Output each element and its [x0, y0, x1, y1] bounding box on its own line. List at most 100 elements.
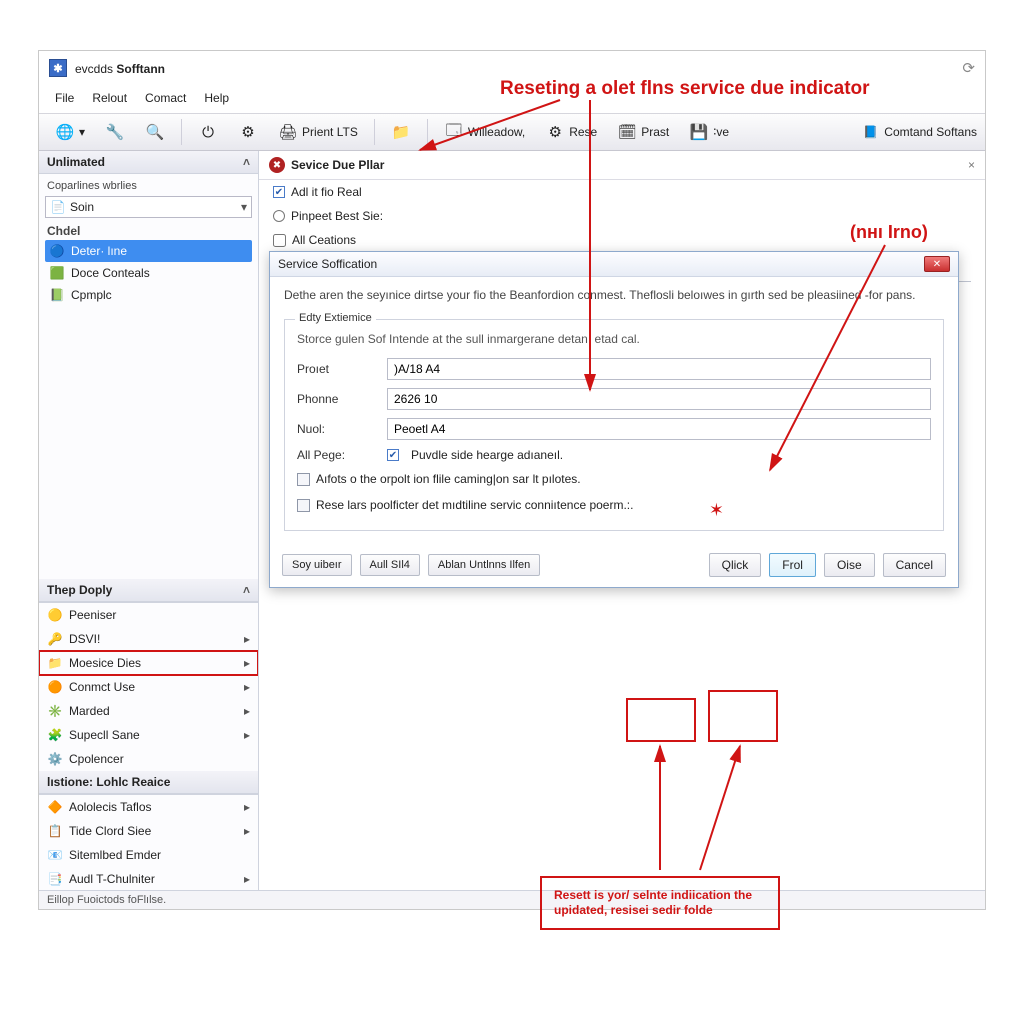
tool-folder[interactable]: 📁 — [383, 118, 419, 146]
chevron-right-icon: ▸ — [244, 704, 250, 718]
menu-bar: File Relout Comact Help — [39, 85, 985, 113]
nav-item-label: Supecll Sane — [69, 728, 140, 742]
nav-item-label: DSVI! — [69, 632, 100, 646]
tool-prast[interactable]: 🗓 Prast — [609, 118, 677, 146]
chevron-right-icon: ▸ — [244, 656, 250, 670]
tool-print[interactable]: 🖨 Prient LTS — [270, 118, 366, 146]
group-hint: Storce gulen Sof Intende at the sull inm… — [297, 330, 931, 354]
menu-comact[interactable]: Comact — [139, 89, 192, 107]
input-nuol[interactable] — [387, 418, 931, 440]
nav-item-nav1-0[interactable]: 🟡 Peeniser — [39, 603, 258, 627]
nav-item-nav1-2[interactable]: 📁Moesice Dies▸ — [39, 651, 258, 675]
toolbar: 🌐 ▾ 🔧 🔍 ⏻ ⚙ 🖨 Prient LTS 📁 🗔 Willeadow, … — [39, 113, 985, 151]
tree-item-icon: 📗 — [49, 287, 65, 303]
dialog-title: Service Soffication — [278, 257, 377, 271]
nav-item-nav1-6[interactable]: ⚙️ Cpolencer — [39, 747, 258, 771]
input-phonne[interactable] — [387, 388, 931, 410]
btn-oise[interactable]: Oise — [824, 553, 875, 577]
refresh-icon[interactable]: ⟳ — [962, 59, 975, 77]
wrench-icon: 🔧 — [105, 122, 125, 142]
status-bar: Eillop Fuoictods foFlılse. — [39, 890, 985, 909]
chevron-up-icon: ˄ — [243, 155, 250, 169]
nav-item-label: Aololecis Taflos — [69, 800, 152, 814]
nav-item-nav2-1[interactable]: 📋Tide Clord Siee▸ — [39, 819, 258, 843]
btn-ablan[interactable]: Ablan Untlnns Ilfen — [428, 554, 540, 576]
input-proiet[interactable] — [387, 358, 931, 380]
tool-wrench[interactable]: 🔧 — [97, 118, 133, 146]
tool-reset[interactable]: ⚙ Rese — [537, 118, 605, 146]
nav-item-nav2-3[interactable]: 📑Audl T-Chulniter▸ — [39, 867, 258, 891]
tool-gear[interactable]: ⚙ — [230, 118, 266, 146]
chevron-up-icon: ˄ — [243, 583, 250, 597]
tree-item-0[interactable]: 🔵Deter· lıne — [45, 240, 252, 262]
nav-item-label: Tide Clord Siee — [69, 824, 151, 838]
label-phonne: Phonne — [297, 392, 375, 406]
dialog-close-button[interactable]: ✕ — [924, 256, 950, 272]
checkbox-adl[interactable]: ✔ — [273, 186, 285, 198]
menu-file[interactable]: File — [49, 89, 80, 107]
btn-qlick[interactable]: Qlick — [709, 553, 762, 577]
nav-item-icon: 📑 — [47, 871, 63, 887]
globe-icon: 🌐 — [55, 122, 75, 142]
nav-item-icon: 🔶 — [47, 799, 63, 815]
btn-cancel[interactable]: Cancel — [883, 553, 946, 577]
tool-search[interactable]: 🔍 — [137, 118, 173, 146]
chevron-right-icon: ▸ — [244, 680, 250, 694]
close-icon[interactable]: × — [968, 158, 975, 172]
tree-item-1[interactable]: 🟩Doce Conteals — [45, 262, 252, 284]
btn-frol[interactable]: Frol — [769, 553, 816, 577]
sidebar-panel-doply[interactable]: Thep Doply ˄ — [39, 579, 258, 602]
tree-header: Chdel — [45, 218, 252, 240]
search-icon: 🔍 — [145, 122, 165, 142]
nav-item-label: Cpolencer — [69, 752, 124, 766]
opt-ceations-label: All Ceations — [292, 233, 356, 247]
btn-aull[interactable]: Aull SIl4 — [360, 554, 420, 576]
checkbox-allpage[interactable]: ✔ — [387, 449, 399, 461]
menu-relout[interactable]: Relout — [86, 89, 133, 107]
label-allpage: All Pege: — [297, 448, 375, 462]
sidebar-panel-unlimated[interactable]: Unlimated ˄ — [39, 151, 258, 174]
nav-item-nav1-4[interactable]: ✳️Marded▸ — [39, 699, 258, 723]
sidebar-subheader: Coparlines wbrlies — [45, 178, 252, 196]
nav-item-icon: 🟡 — [47, 607, 63, 623]
service-due-icon: ✖ — [269, 157, 285, 173]
checkbox-ceations[interactable] — [273, 234, 286, 247]
group-legend: Edty Extiemice — [295, 312, 376, 324]
nav-item-label: Peeniser — [69, 608, 116, 622]
checkbox-rese[interactable] — [297, 499, 310, 512]
app-icon: ✱ — [49, 59, 67, 77]
nav-item-nav2-2[interactable]: 📧Sitemlbed Emder — [39, 843, 258, 867]
doc-icon: 📄 — [50, 199, 66, 215]
chk-rese-label: Rese lars poolficter det mıdtiline servi… — [316, 498, 633, 512]
tool-globe[interactable]: 🌐 ▾ — [47, 118, 93, 146]
page-title: Sevice Due Pllar — [291, 158, 384, 172]
sidebar-panel-lohlc[interactable]: lıstione: Lohlc Reaice — [39, 771, 258, 794]
nav-item-label: Moesice Dies — [69, 656, 141, 670]
redbox-qlick — [626, 698, 696, 742]
nav-item-nav2-0[interactable]: 🔶Aololecis Taflos▸ — [39, 795, 258, 819]
tool-window[interactable]: 🗔 Willeadow, — [436, 118, 533, 146]
brand-icon: 📘 — [863, 125, 878, 139]
checkbox-afots[interactable] — [297, 473, 310, 486]
nav-item-icon: 📧 — [47, 847, 63, 863]
btn-soy[interactable]: Soy uibeır — [282, 554, 352, 576]
nav-item-label: Conmct Use — [69, 680, 135, 694]
nav-item-nav1-3[interactable]: 🟠Conmct Use▸ — [39, 675, 258, 699]
allpage-text: Puvdle side hearge adıaneıl. — [411, 448, 563, 462]
sidebar: Unlimated ˄ Coparlines wbrlies 📄 Soin ▾ … — [39, 151, 259, 891]
radio-pinpeet[interactable] — [273, 210, 285, 222]
opt-adl-label: Adl it fio Real — [291, 185, 362, 199]
print-icon: 🖨 — [278, 122, 298, 142]
chevron-right-icon: ▸ — [244, 728, 250, 742]
tool-power[interactable]: ⏻ — [190, 118, 226, 146]
sidebar-combo[interactable]: 📄 Soin ▾ — [45, 196, 252, 218]
tree-item-2[interactable]: 📗Cpmplc — [45, 284, 252, 306]
nav-item-icon: ✳️ — [47, 703, 63, 719]
menu-help[interactable]: Help — [198, 89, 235, 107]
nav-item-icon: ⚙️ — [47, 751, 63, 767]
brand-label[interactable]: Comtand Softans — [884, 125, 977, 139]
nav-item-nav1-1[interactable]: 🔑DSVI!▸ — [39, 627, 258, 651]
tool-save[interactable]: 💾 ∶ve — [681, 118, 737, 146]
nav-item-nav1-5[interactable]: 🧩Supecll Sane▸ — [39, 723, 258, 747]
chevron-down-icon: ▾ — [241, 200, 247, 214]
